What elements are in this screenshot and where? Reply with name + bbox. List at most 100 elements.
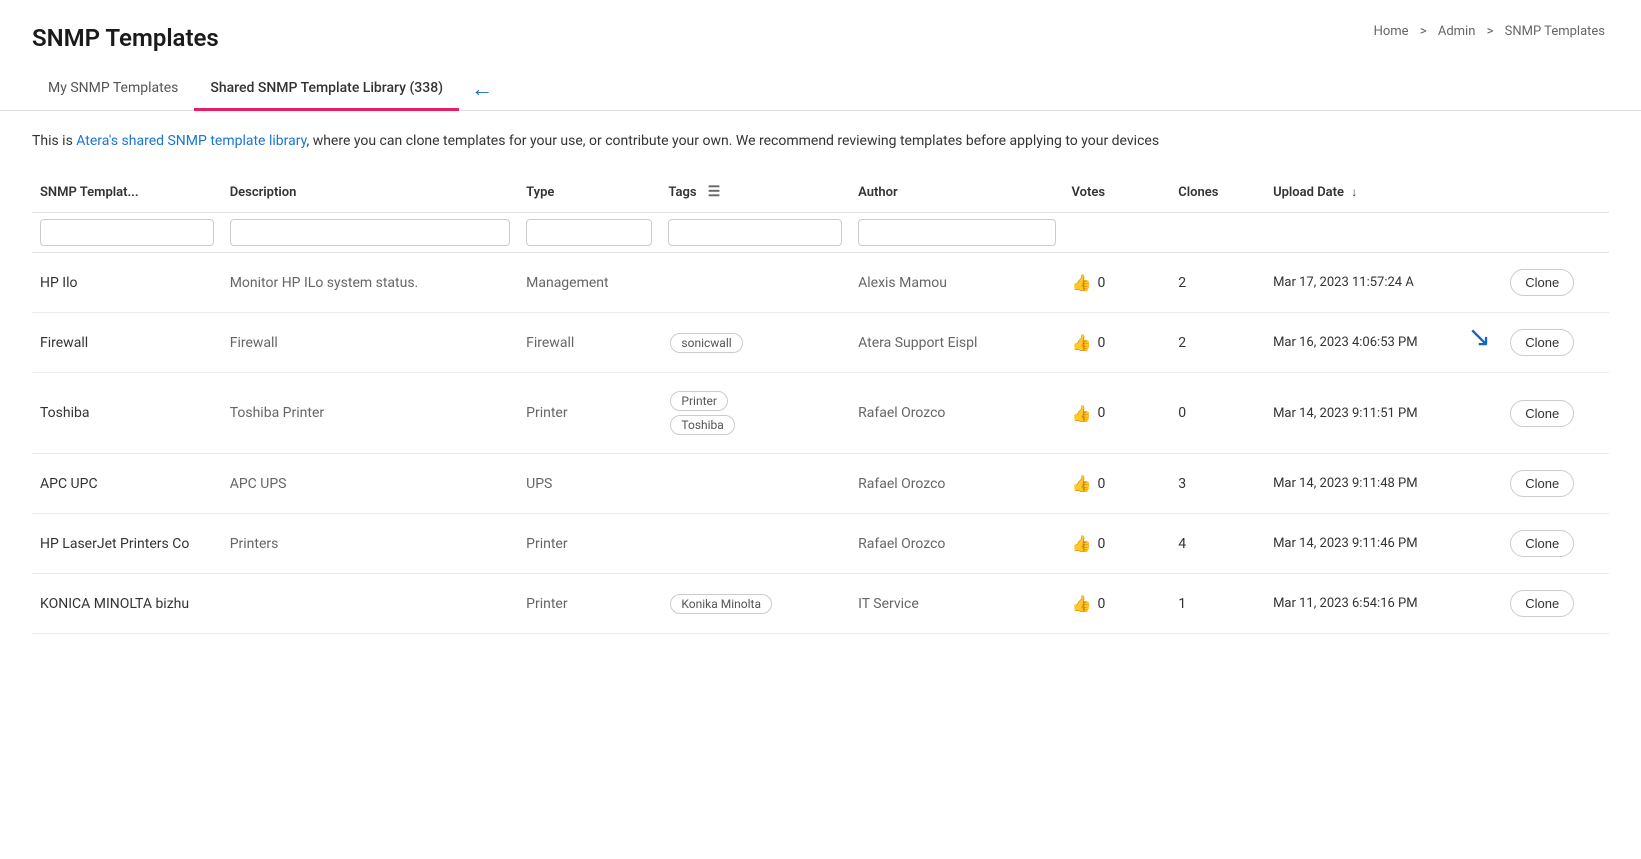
clone-button[interactable]: Clone [1510,329,1574,356]
vote-count: 0 [1097,596,1105,612]
cell-name: Firewall [32,313,222,373]
table-row: KONICA MINOLTA bizhu Printer Konika Minolt… [32,574,1609,634]
cell-name: KONICA MINOLTA bizhu [32,574,222,634]
breadcrumb-admin[interactable]: Admin [1438,24,1476,39]
cell-description: APC UPS [222,454,518,514]
cell-type: Printer [518,373,660,454]
cell-upload-date: Mar 11, 2023 6:54:16 PM [1265,574,1502,634]
cell-tags [660,514,850,574]
cell-name: HP LaserJet Printers Co [32,514,222,574]
cell-author: Rafael Orozco [850,514,1063,574]
cell-clones: 4 [1170,514,1265,574]
cell-upload-date: Mar 17, 2023 11:57:24 A [1265,253,1502,313]
upload-date-sort-icon[interactable]: ↓ [1351,185,1357,199]
description-text: This is Atera's shared SNMP template lib… [0,111,1641,172]
cell-votes: 👍0 [1064,574,1171,634]
table-header-row: SNMP Templat... Description Type Tags ☰ … [32,172,1609,213]
cell-action: Clone [1502,253,1609,313]
col-header-clones[interactable]: Clones [1170,172,1265,213]
col-header-upload-date[interactable]: Upload Date ↓ [1265,172,1502,213]
breadcrumb-home[interactable]: Home [1374,24,1409,39]
vote-count: 0 [1097,275,1105,291]
vote-count: 0 [1097,536,1105,552]
cell-votes: 👍0 [1064,454,1171,514]
cell-action: Clone [1502,373,1609,454]
col-header-name[interactable]: SNMP Templat... [32,172,222,213]
thumbs-up-icon[interactable]: 👍 [1072,273,1092,292]
tag-badge: sonicwall [670,333,742,353]
table-row: HP IloMonitor HP ILo system status.Manag… [32,253,1609,313]
thumbs-up-icon[interactable]: 👍 [1072,333,1092,352]
table-row: HP LaserJet Printers CoPrintersPrinterRa… [32,514,1609,574]
filter-author[interactable] [858,219,1055,246]
tab-shared-library[interactable]: Shared SNMP Template Library (338) [194,68,459,111]
col-header-votes[interactable]: Votes [1064,172,1171,213]
thumbs-up-icon[interactable]: 👍 [1072,404,1092,423]
clone-button[interactable]: Clone [1510,269,1574,296]
cell-description: Monitor HP ILo system status. [222,253,518,313]
thumbs-up-icon[interactable]: 👍 [1072,594,1092,613]
cell-tags: Konika Minolta [660,574,850,634]
cell-upload-date: Mar 14, 2023 9:11:48 PM [1265,454,1502,514]
cell-name: Toshiba [32,373,222,454]
tags-filter-icon[interactable]: ☰ [708,184,721,200]
cell-upload-date: Mar 14, 2023 9:11:46 PM [1265,514,1502,574]
cell-votes: 👍0 [1064,313,1171,373]
cell-description [222,574,518,634]
cell-action: Clone [1502,574,1609,634]
cell-clones: 3 [1170,454,1265,514]
thumbs-up-icon[interactable]: 👍 [1072,534,1092,553]
vote-count: 0 [1097,335,1105,351]
breadcrumb-sep-2: > [1487,24,1497,39]
cell-type: Printer [518,514,660,574]
clone-button[interactable]: Clone [1510,400,1574,427]
cell-upload-date: Mar 14, 2023 9:11:51 PM [1265,373,1502,454]
cell-type: Management [518,253,660,313]
clone-button[interactable]: Clone [1510,590,1574,617]
cell-name: APC UPC [32,454,222,514]
clone-button[interactable]: Clone [1510,530,1574,557]
filter-row [32,213,1609,253]
cell-clones: 0 [1170,373,1265,454]
cell-action: Clone [1502,313,1609,373]
tab-my-snmp[interactable]: My SNMP Templates [32,68,194,111]
cell-author: Rafael Orozco [850,373,1063,454]
cell-type: Printer [518,574,660,634]
tag-badge: Konika Minolta [670,594,772,614]
filter-tags[interactable] [668,219,842,246]
thumbs-up-icon[interactable]: 👍 [1072,474,1092,493]
cell-description: Firewall [222,313,518,373]
filter-description[interactable] [230,219,510,246]
table-row: ToshibaToshiba PrinterPrinterPrinterTosh… [32,373,1609,454]
breadcrumb-current: SNMP Templates [1505,24,1605,39]
cell-votes: 👍0 [1064,514,1171,574]
table-body: HP IloMonitor HP ILo system status.Manag… [32,253,1609,634]
col-header-tags[interactable]: Tags ☰ [660,172,850,213]
tag-badge: Toshiba [670,415,734,435]
col-header-description[interactable]: Description [222,172,518,213]
cell-description: Toshiba Printer [222,373,518,454]
breadcrumb-sep-1: > [1420,24,1430,39]
table-container: SNMP Templat... Description Type Tags ☰ … [0,172,1641,634]
cell-votes: 👍0 [1064,373,1171,454]
filter-type[interactable] [526,219,652,246]
cell-name: HP Ilo [32,253,222,313]
col-header-type[interactable]: Type [518,172,660,213]
tag-badge: Printer [670,391,728,411]
tabs-row: My SNMP Templates Shared SNMP Template L… [0,68,1641,111]
filter-name[interactable] [40,219,214,246]
snmp-templates-table: SNMP Templat... Description Type Tags ☰ … [32,172,1609,634]
clone-button[interactable]: Clone [1510,470,1574,497]
cell-author: Alexis Mamou [850,253,1063,313]
library-link[interactable]: Atera's shared SNMP template library [76,133,306,149]
cell-author: IT Service [850,574,1063,634]
cell-type: UPS [518,454,660,514]
cell-type: Firewall [518,313,660,373]
table-row: FirewallFirewallFirewallsonicwallAtera S… [32,313,1609,373]
cell-clones: 1 [1170,574,1265,634]
cell-clones: 2 [1170,253,1265,313]
table-row: APC UPCAPC UPSUPSRafael Orozco👍03Mar 14,… [32,454,1609,514]
col-header-author[interactable]: Author [850,172,1063,213]
cell-tags: sonicwall [660,313,850,373]
cell-author: Atera Support Eispl [850,313,1063,373]
